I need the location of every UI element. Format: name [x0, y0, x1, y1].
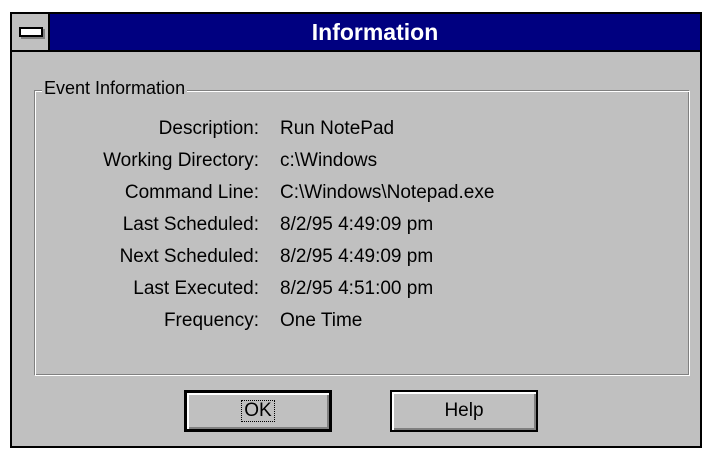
- help-button[interactable]: Help: [390, 390, 538, 432]
- last-executed-value: 8/2/95 4:51:00 pm: [280, 278, 434, 299]
- help-button-label: Help: [444, 400, 484, 421]
- command-line-row: Command Line: C:\Windows\Notepad.exe: [34, 178, 674, 208]
- last-executed-row: Last Executed: 8/2/95 4:51:00 pm: [34, 274, 674, 304]
- command-line-value: C:\Windows\Notepad.exe: [280, 182, 495, 203]
- next-scheduled-label: Next Scheduled:: [119, 246, 259, 267]
- working-directory-row: Working Directory: c:\Windows: [34, 146, 674, 176]
- command-line-label: Command Line:: [124, 182, 259, 203]
- last-scheduled-label: Last Scheduled:: [122, 214, 259, 235]
- working-directory-value: c:\Windows: [280, 150, 378, 171]
- working-directory-label: Working Directory:: [103, 150, 259, 171]
- frequency-row: Frequency: One Time: [34, 306, 674, 336]
- description-row: Description: Run NotePad: [34, 114, 674, 144]
- window-title: Information: [311, 19, 439, 45]
- frequency-label: Frequency:: [163, 310, 259, 331]
- frequency-value: One Time: [280, 310, 363, 331]
- description-label: Description:: [158, 118, 259, 139]
- description-value: Run NotePad: [280, 118, 395, 139]
- ok-button-label: OK: [241, 400, 275, 422]
- last-scheduled-row: Last Scheduled: 8/2/95 4:49:09 pm: [34, 210, 674, 240]
- last-scheduled-value: 8/2/95 4:49:09 pm: [280, 214, 434, 235]
- system-menu-icon: [19, 27, 43, 37]
- group-legend: Event Information: [42, 76, 188, 100]
- next-scheduled-row: Next Scheduled: 8/2/95 4:49:09 pm: [34, 242, 674, 272]
- system-menu-button[interactable]: [12, 14, 50, 50]
- last-executed-label: Last Executed:: [133, 278, 259, 299]
- information-dialog: Information Event Information Descriptio…: [10, 12, 702, 448]
- next-scheduled-value: 8/2/95 4:49:09 pm: [280, 246, 434, 267]
- ok-button[interactable]: OK: [184, 390, 332, 432]
- title-bar[interactable]: Information: [12, 14, 700, 52]
